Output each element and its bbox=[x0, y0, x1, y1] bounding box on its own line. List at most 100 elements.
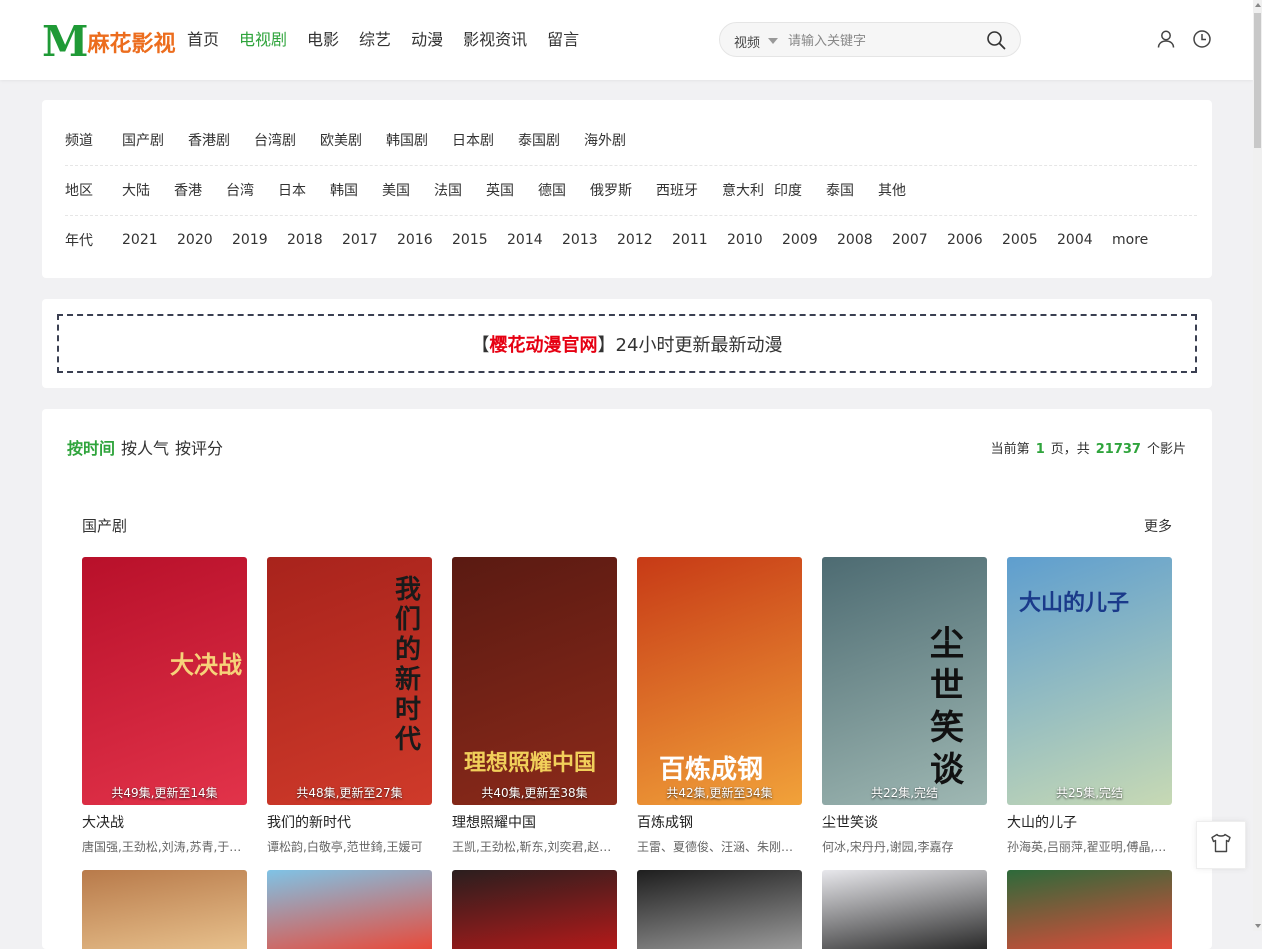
poster-image[interactable] bbox=[637, 870, 802, 949]
poster-image[interactable] bbox=[1007, 870, 1172, 949]
filter-option-year[interactable]: 2014 bbox=[507, 232, 562, 248]
video-card[interactable]: 大决战 共49集,更新至14集 大决战 唐国强,王劲松,刘涛,苏青,于和伟 bbox=[82, 557, 247, 855]
filter-option-region[interactable]: 意大利 bbox=[722, 180, 774, 200]
section-title: 国产剧 bbox=[82, 517, 128, 535]
search-bar: 视频 bbox=[719, 22, 1021, 57]
filter-option-year[interactable]: 2018 bbox=[287, 232, 342, 248]
poster-image[interactable] bbox=[82, 870, 247, 949]
filter-option-year[interactable]: 2017 bbox=[342, 232, 397, 248]
filter-option-year[interactable]: 2012 bbox=[617, 232, 672, 248]
user-icon[interactable] bbox=[1156, 29, 1176, 53]
video-card[interactable]: 大山的儿子 共25集,完结 大山的儿子 孙海英,吕丽萍,翟亚明,傅晶,王奎荣 bbox=[1007, 557, 1172, 855]
filter-option-region[interactable]: 美国 bbox=[382, 180, 434, 200]
nav-item[interactable]: 电影 bbox=[307, 28, 339, 52]
poster-image[interactable]: 尘世笑谈 共22集,完结 bbox=[822, 557, 987, 805]
sort-tab[interactable]: 按人气 bbox=[121, 439, 169, 458]
filter-option-region[interactable]: 台湾 bbox=[226, 180, 278, 200]
filter-option-year[interactable]: 2016 bbox=[397, 232, 452, 248]
poster-image[interactable] bbox=[822, 870, 987, 949]
sort-tab[interactable]: 按评分 bbox=[175, 439, 223, 458]
scroll-up-icon[interactable] bbox=[1255, 3, 1261, 7]
nav-item[interactable]: 首页 bbox=[187, 28, 219, 52]
video-title[interactable]: 理想照耀中国 bbox=[452, 812, 617, 832]
poster-image[interactable]: 我们的新时代 共48集,更新至27集 bbox=[267, 557, 432, 805]
poster-title: 尘世笑谈 bbox=[930, 624, 964, 790]
filter-option-year[interactable]: 2007 bbox=[892, 232, 947, 248]
video-title[interactable]: 尘世笑谈 bbox=[822, 812, 987, 832]
filter-option-year[interactable]: 2015 bbox=[452, 232, 507, 248]
filter-option-year[interactable]: 2011 bbox=[672, 232, 727, 248]
filter-option-region[interactable]: 香港 bbox=[174, 180, 226, 200]
site-logo[interactable]: M 麻花影视 bbox=[42, 18, 176, 63]
video-card[interactable]: 理想照耀中国 共40集,更新至38集 理想照耀中国 王凯,王劲松,靳东,刘奕君,赵丽颖 bbox=[452, 557, 617, 855]
filter-option-channel[interactable]: 香港剧 bbox=[188, 130, 254, 150]
search-type-select[interactable]: 视频 bbox=[734, 32, 760, 51]
filter-option-year[interactable]: 2010 bbox=[727, 232, 782, 248]
video-title[interactable]: 百炼成钢 bbox=[637, 812, 802, 832]
nav-item[interactable]: 动漫 bbox=[411, 28, 443, 52]
search-input[interactable] bbox=[786, 29, 970, 53]
filter-option-region[interactable]: 西班牙 bbox=[656, 180, 722, 200]
filter-option-year[interactable]: 2019 bbox=[232, 232, 287, 248]
poster-image[interactable]: 大山的儿子 共25集,完结 bbox=[1007, 557, 1172, 805]
filter-option-year[interactable]: 2009 bbox=[782, 232, 837, 248]
video-card[interactable]: 尘世笑谈 共22集,完结 尘世笑谈 何冰,宋丹丹,谢园,李嘉存 bbox=[822, 557, 987, 855]
filter-option-channel[interactable]: 欧美剧 bbox=[320, 130, 386, 150]
filter-option-region[interactable]: 日本 bbox=[278, 180, 330, 200]
sort-tab[interactable]: 按时间 bbox=[67, 439, 115, 458]
video-card[interactable]: 百炼成钢 共42集,更新至34集 百炼成钢 王雷、夏德俊、汪涵、朱刚日尧 bbox=[637, 557, 802, 855]
poster-image[interactable]: 百炼成钢 共42集,更新至34集 bbox=[637, 557, 802, 805]
poster-image[interactable] bbox=[267, 870, 432, 949]
filter-option-channel[interactable]: 日本剧 bbox=[452, 130, 518, 150]
promo-banner[interactable]: 【樱花动漫官网】 24小时更新最新动漫 bbox=[57, 314, 1197, 373]
page-scrollbar[interactable] bbox=[1253, 0, 1262, 931]
nav-item[interactable]: 电视剧 bbox=[239, 28, 287, 52]
scroll-down-icon[interactable] bbox=[1255, 924, 1261, 928]
filter-option-year[interactable]: 2005 bbox=[1002, 232, 1057, 248]
banner-highlight[interactable]: 樱花动漫官网 bbox=[490, 331, 598, 357]
filter-option-year[interactable]: 2006 bbox=[947, 232, 1002, 248]
filter-option-channel[interactable]: 韩国剧 bbox=[386, 130, 452, 150]
filter-label: 频道 bbox=[65, 133, 93, 149]
history-icon[interactable] bbox=[1192, 29, 1212, 53]
section-more-link[interactable]: 更多 bbox=[1144, 516, 1172, 536]
poster-image[interactable]: 理想照耀中国 共40集,更新至38集 bbox=[452, 557, 617, 805]
content-panel: 按时间 按人气 按评分 当前第 1 页，共 21737 个影片 国产剧 更多 大决战 共49集… bbox=[42, 409, 1212, 949]
video-actors: 何冰,宋丹丹,谢园,李嘉存 bbox=[822, 840, 954, 854]
filter-option-region[interactable]: 印度 bbox=[774, 180, 826, 200]
video-actors: 王雷、夏德俊、汪涵、朱刚日尧 bbox=[637, 840, 802, 854]
filter-option-year[interactable]: 2020 bbox=[177, 232, 232, 248]
filter-option-region[interactable]: 法国 bbox=[434, 180, 486, 200]
filter-option-channel[interactable]: 国产剧 bbox=[122, 130, 188, 150]
video-title[interactable]: 我们的新时代 bbox=[267, 812, 432, 832]
filter-option-channel[interactable]: 台湾剧 bbox=[254, 130, 320, 150]
chevron-down-icon[interactable] bbox=[768, 38, 778, 44]
filter-option-year[interactable]: 2004 bbox=[1057, 232, 1112, 248]
filter-option-year[interactable]: 2013 bbox=[562, 232, 617, 248]
scroll-thumb[interactable] bbox=[1254, 13, 1261, 148]
nav-item[interactable]: 留言 bbox=[547, 28, 579, 52]
filter-option-region[interactable]: 英国 bbox=[486, 180, 538, 200]
filter-option-region[interactable]: 德国 bbox=[538, 180, 590, 200]
filter-option-region[interactable]: 泰国 bbox=[826, 180, 878, 200]
nav-item[interactable]: 影视资讯 bbox=[463, 28, 527, 52]
filter-option-year[interactable]: more bbox=[1112, 232, 1167, 248]
filter-option-channel[interactable]: 泰国剧 bbox=[518, 130, 584, 150]
filter-option-region[interactable]: 大陆 bbox=[122, 180, 174, 200]
filter-option-region[interactable]: 其他 bbox=[878, 180, 930, 200]
poster-title: 百炼成钢 bbox=[659, 755, 764, 785]
video-title[interactable]: 大山的儿子 bbox=[1007, 812, 1172, 832]
poster-image[interactable]: 大决战 共49集,更新至14集 bbox=[82, 557, 247, 805]
filter-option-region[interactable]: 韩国 bbox=[330, 180, 382, 200]
video-card[interactable]: 我们的新时代 共48集,更新至27集 我们的新时代 谭松韵,白敬亭,范世錡,王媛可 bbox=[267, 557, 432, 855]
search-icon[interactable] bbox=[986, 30, 1006, 54]
page-info-prefix: 当前第 bbox=[990, 442, 1030, 457]
video-title[interactable]: 大决战 bbox=[82, 812, 247, 832]
filter-option-region[interactable]: 俄罗斯 bbox=[590, 180, 656, 200]
nav-item[interactable]: 综艺 bbox=[359, 28, 391, 52]
filter-option-year[interactable]: 2021 bbox=[122, 232, 177, 248]
filter-option-year[interactable]: 2008 bbox=[837, 232, 892, 248]
filter-option-channel[interactable]: 海外剧 bbox=[584, 130, 650, 150]
poster-image[interactable] bbox=[452, 870, 617, 949]
theme-button[interactable] bbox=[1196, 821, 1246, 869]
